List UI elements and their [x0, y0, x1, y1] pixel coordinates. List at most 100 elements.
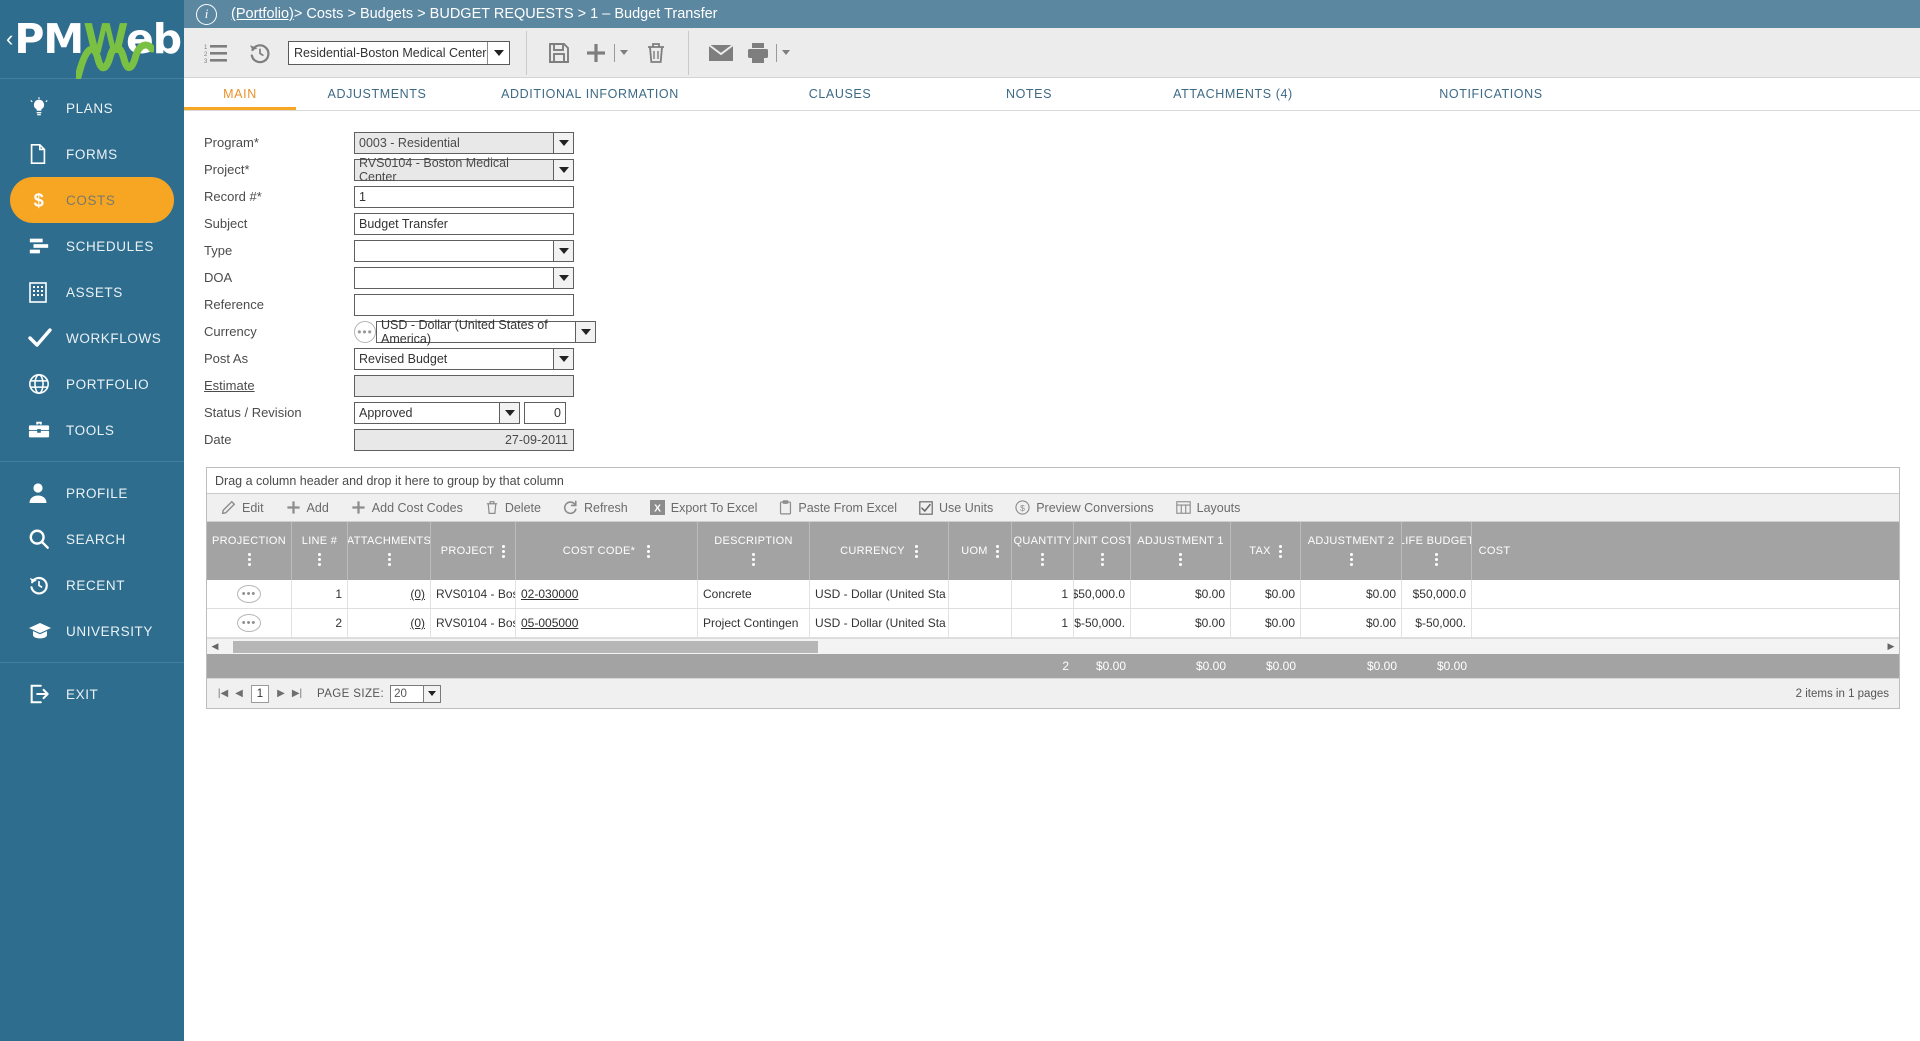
- column-menu-icon[interactable]: [915, 543, 918, 560]
- column-menu-icon[interactable]: [647, 543, 650, 560]
- print-split-control[interactable]: [773, 44, 790, 62]
- sidebar-item-assets[interactable]: ASSETS: [10, 269, 174, 315]
- tab-main[interactable]: MAIN: [184, 78, 296, 110]
- cost-code-link[interactable]: 02-030000: [521, 587, 578, 601]
- sidebar-item-exit[interactable]: EXIT: [10, 671, 174, 717]
- chevron-down-icon[interactable]: [575, 321, 596, 343]
- cost-code-link[interactable]: 05-005000: [521, 616, 578, 630]
- tab-additional-information[interactable]: ADDITIONAL INFORMATION: [458, 78, 722, 110]
- revision-input[interactable]: 0: [524, 402, 566, 424]
- save-button[interactable]: [537, 31, 581, 75]
- breadcrumb-portfolio-link[interactable]: (Portfolio): [231, 6, 294, 22]
- grid-delete-button[interactable]: Delete: [485, 500, 541, 515]
- cell-projection[interactable]: •••: [207, 580, 292, 608]
- chevron-down-icon[interactable]: [553, 132, 574, 154]
- tab-adjustments[interactable]: ADJUSTMENTS: [296, 78, 458, 110]
- sidebar-item-schedules[interactable]: SCHEDULES: [10, 223, 174, 269]
- column-menu-icon[interactable]: [1350, 551, 1353, 568]
- info-icon[interactable]: i: [196, 4, 217, 25]
- sidebar-item-costs[interactable]: $ COSTS: [10, 177, 174, 223]
- currency-select[interactable]: USD - Dollar (United States of America): [376, 321, 596, 343]
- table-row[interactable]: ••• 2 (0) RVS0104 - Boston 05-005000 Pro…: [207, 609, 1899, 638]
- grid-horizontal-scrollbar[interactable]: ◀ ▶: [207, 638, 1899, 654]
- column-menu-icon[interactable]: [996, 543, 999, 560]
- column-menu-icon[interactable]: [752, 551, 755, 568]
- column-header-cost[interactable]: COST: [1472, 522, 1517, 580]
- column-header-description[interactable]: DESCRIPTION: [698, 522, 810, 580]
- group-by-dropzone[interactable]: Drag a column header and drop it here to…: [207, 468, 1899, 494]
- column-header-uom[interactable]: UOM: [949, 522, 1012, 580]
- cell-cost-code[interactable]: 02-030000: [516, 580, 698, 608]
- column-header-currency[interactable]: CURRENCY: [810, 522, 949, 580]
- chevron-down-icon[interactable]: [499, 402, 520, 424]
- column-menu-icon[interactable]: [502, 543, 505, 560]
- grid-edit-button[interactable]: Edit: [221, 500, 264, 515]
- column-menu-icon[interactable]: [388, 551, 391, 568]
- column-header-projection[interactable]: PROJECTION: [207, 522, 292, 580]
- column-menu-icon[interactable]: [1435, 551, 1438, 568]
- column-menu-icon[interactable]: [1179, 551, 1182, 568]
- add-button[interactable]: [581, 31, 611, 75]
- sidebar-item-profile[interactable]: PROFILE: [10, 470, 174, 516]
- postas-select[interactable]: Revised Budget: [354, 348, 574, 370]
- scroll-left-icon[interactable]: ◀: [207, 641, 223, 652]
- chevron-down-icon[interactable]: [487, 42, 509, 64]
- email-button[interactable]: [699, 31, 743, 75]
- print-button[interactable]: [743, 31, 773, 75]
- chevron-down-icon[interactable]: [553, 267, 574, 289]
- grid-layouts-button[interactable]: Layouts: [1176, 501, 1241, 515]
- pmweb-logo[interactable]: ‹ PMWeb ®: [0, 0, 184, 78]
- program-select[interactable]: 0003 - Residential: [354, 132, 574, 154]
- pager-current-page[interactable]: 1: [251, 685, 269, 703]
- chevron-down-icon[interactable]: [424, 685, 441, 703]
- grid-refresh-button[interactable]: Refresh: [563, 500, 628, 515]
- chevron-down-icon[interactable]: [553, 348, 574, 370]
- reference-input[interactable]: [354, 294, 574, 316]
- grid-add-cost-codes-button[interactable]: Add Cost Codes: [351, 500, 463, 515]
- type-select[interactable]: [354, 240, 574, 262]
- column-menu-icon[interactable]: [1279, 543, 1282, 560]
- sidebar-collapse-icon[interactable]: ‹: [6, 28, 13, 50]
- column-header-cost-code[interactable]: COST CODE*: [516, 522, 698, 580]
- grid-use-units-checkbox[interactable]: Use Units: [919, 501, 993, 515]
- column-header-attachments[interactable]: ATTACHMENTS: [348, 522, 431, 580]
- chevron-down-icon[interactable]: [553, 240, 574, 262]
- scroll-track[interactable]: [223, 641, 1883, 653]
- column-menu-icon[interactable]: [1041, 551, 1044, 568]
- pager-last-icon[interactable]: ▶|: [289, 688, 305, 699]
- cell-cost-code[interactable]: 05-005000: [516, 609, 698, 637]
- column-header-adjustment-1[interactable]: ADJUSTMENT 1: [1131, 522, 1231, 580]
- sidebar-item-tools[interactable]: TOOLS: [10, 407, 174, 453]
- sidebar-item-university[interactable]: UNIVERSITY: [10, 608, 174, 654]
- pager-prev-icon[interactable]: ◀: [231, 688, 247, 699]
- sidebar-item-recent[interactable]: RECENT: [10, 562, 174, 608]
- column-menu-icon[interactable]: [1101, 551, 1104, 568]
- sidebar-item-portfolio[interactable]: PORTFOLIO: [10, 361, 174, 407]
- page-size-value[interactable]: 20: [390, 685, 424, 703]
- scroll-thumb[interactable]: [233, 641, 818, 653]
- row-menu-icon[interactable]: •••: [237, 585, 261, 603]
- sidebar-item-forms[interactable]: FORMS: [10, 131, 174, 177]
- chevron-down-icon[interactable]: [553, 159, 574, 181]
- column-header-project[interactable]: PROJECT: [431, 522, 516, 580]
- cell-attachments[interactable]: (0): [348, 609, 431, 637]
- attachments-link[interactable]: (0): [410, 616, 425, 630]
- grid-paste-excel-button[interactable]: Paste From Excel: [779, 500, 897, 515]
- row-menu-icon[interactable]: •••: [237, 614, 261, 632]
- history-icon[interactable]: [238, 31, 282, 75]
- tab-clauses[interactable]: CLAUSES: [722, 78, 958, 110]
- currency-more-button[interactable]: •••: [354, 321, 376, 343]
- chevron-down-icon[interactable]: [782, 50, 790, 55]
- grid-export-excel-button[interactable]: X Export To Excel: [650, 500, 758, 515]
- column-header-unit-cost[interactable]: UNIT COST: [1074, 522, 1131, 580]
- numbered-list-icon[interactable]: 1 2 3: [194, 31, 238, 75]
- scroll-right-icon[interactable]: ▶: [1883, 641, 1899, 652]
- column-header-adjustment-2[interactable]: ADJUSTMENT 2: [1301, 522, 1402, 580]
- add-split-control[interactable]: [611, 44, 628, 62]
- grid-preview-conversions-button[interactable]: $ Preview Conversions: [1015, 500, 1153, 515]
- tab-notes[interactable]: NOTES: [958, 78, 1100, 110]
- sidebar-item-plans[interactable]: PLANS: [10, 85, 174, 131]
- record-input[interactable]: 1: [354, 186, 574, 208]
- delete-button[interactable]: [634, 31, 678, 75]
- chevron-down-icon[interactable]: [620, 50, 628, 55]
